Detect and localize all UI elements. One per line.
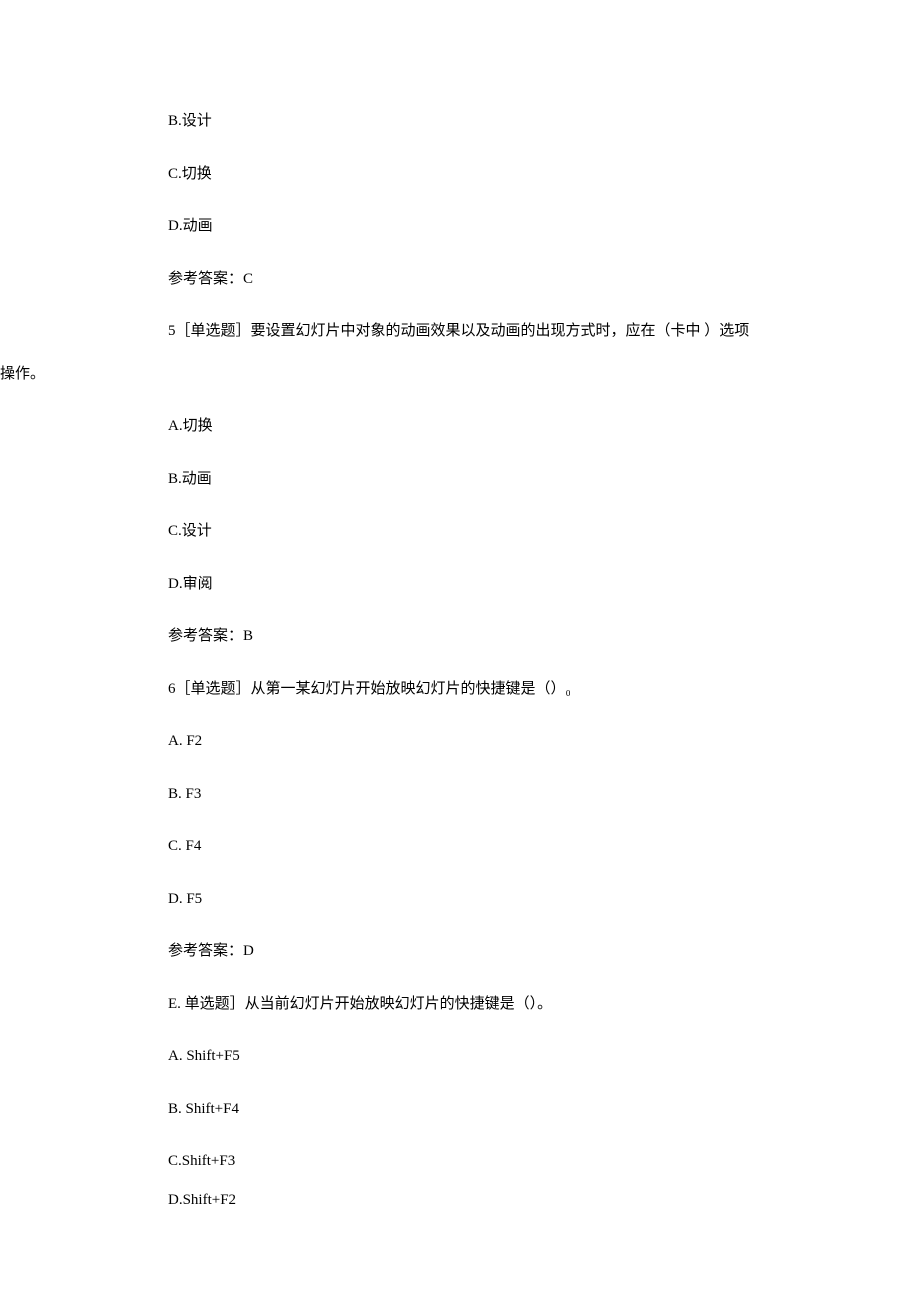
q6-option-a: A. F2 (0, 730, 920, 753)
q5-option-d: D.审阅 (0, 573, 920, 596)
q4-option-d: D.动画 (0, 215, 920, 238)
q4-answer: 参考答案：C (0, 268, 920, 291)
q5-stem-part1: 5［单选题］要设置幻灯片中对象的动画效果以及动画的出现方式时，应在（卡中 ）选项 (119, 323, 749, 339)
q7-option-b: B. Shift+F4 (0, 1098, 920, 1121)
q5-answer: 参考答案：B (0, 625, 920, 648)
q7-option-a: A. Shift+F5 (0, 1045, 920, 1068)
q5-option-b: B.动画 (0, 468, 920, 491)
q7-option-d: D.Shift+F2 (0, 1189, 920, 1212)
q7-option-c: C.Shift+F3 (0, 1150, 920, 1173)
q4-option-c: C.切换 (0, 163, 920, 186)
q5-stem-part2: 操作。 (0, 363, 920, 386)
q5-option-a: A.切换 (0, 415, 920, 438)
q6-stem: 6［单选题］从第一某幻灯片开始放映幻灯片的快捷键是（）₀ (0, 678, 920, 701)
q5-stem: 5［单选题］要设置幻灯片中对象的动画效果以及动画的出现方式时，应在（卡中 ）选项 (0, 320, 920, 343)
q7-stem: E. 单选题］从当前幻灯片开始放映幻灯片的快捷键是（）。 (0, 993, 920, 1016)
q6-answer: 参考答案：D (0, 940, 920, 963)
q4-option-b: B.设计 (0, 110, 920, 133)
q6-option-d: D. F5 (0, 888, 920, 911)
q5-option-c: C.设计 (0, 520, 920, 543)
q6-option-c: C. F4 (0, 835, 920, 858)
q6-option-b: B. F3 (0, 783, 920, 806)
